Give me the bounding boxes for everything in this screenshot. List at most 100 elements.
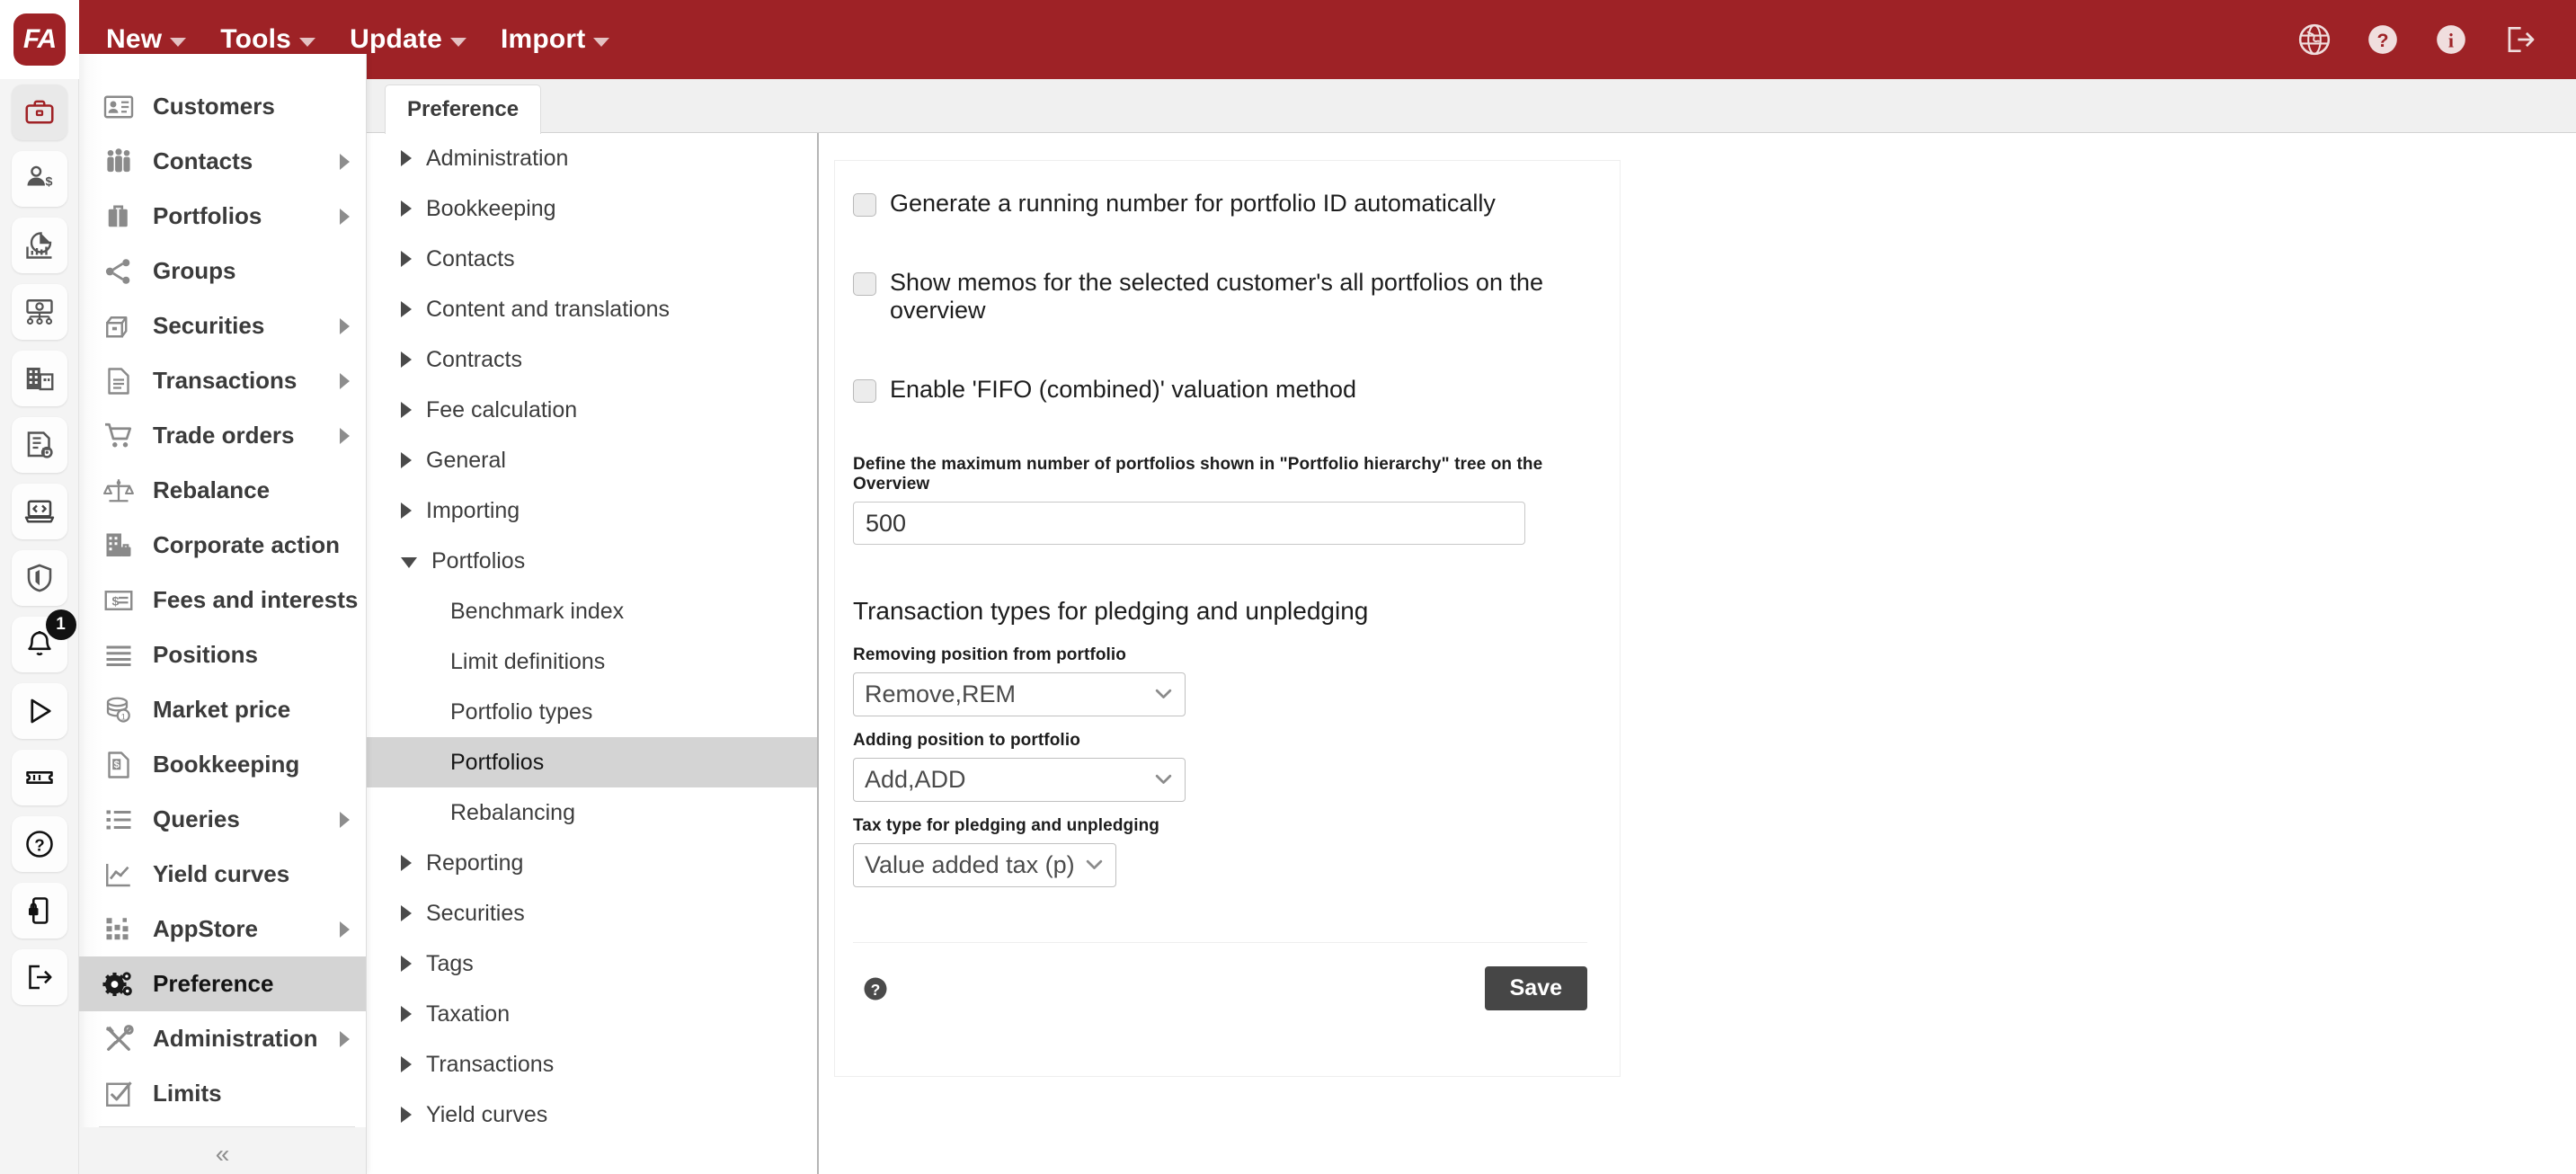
nav-item-securities[interactable]: Securities: [79, 298, 366, 353]
preference-tree-panel: Administration Bookkeeping Contacts Cont…: [367, 133, 819, 1174]
checkbox-row-generate-running-number[interactable]: Generate a running number for portfolio …: [853, 190, 1593, 218]
section-title-transaction-types: Transaction types for pledging and unple…: [853, 597, 1369, 626]
nav-item-preference[interactable]: Preference: [79, 956, 366, 1011]
tree-item-taxation[interactable]: Taxation: [367, 989, 817, 1039]
chevron-right-icon: [340, 153, 350, 170]
tree-item-securities[interactable]: Securities: [367, 888, 817, 938]
tree-item-general[interactable]: General: [367, 435, 817, 485]
main-navigation-menu: Customers Contacts Portfolios Groups Sec…: [79, 54, 367, 1174]
nav-item-groups[interactable]: Groups: [79, 244, 366, 298]
chevron-right-icon: [401, 855, 412, 871]
logout-icon[interactable]: [2502, 22, 2536, 57]
tree-item-reporting[interactable]: Reporting: [367, 838, 817, 888]
nav-item-contacts[interactable]: Contacts: [79, 134, 366, 189]
top-menu-update[interactable]: Update: [350, 24, 466, 55]
checkbox-row-enable-fifo[interactable]: Enable 'FIFO (combined)' valuation metho…: [853, 376, 1593, 404]
nav-item-trade-orders[interactable]: Trade orders: [79, 408, 366, 463]
tree-item-benchmark-index[interactable]: Benchmark index: [367, 586, 817, 636]
tree-item-contacts[interactable]: Contacts: [367, 234, 817, 284]
rail-item-security[interactable]: [11, 550, 67, 606]
cash-flow-icon: [25, 299, 53, 325]
tree-item-bookkeeping[interactable]: Bookkeeping: [367, 183, 817, 234]
rail-item-help[interactable]: ?: [11, 816, 67, 872]
nav-collapse-button[interactable]: «: [79, 1127, 366, 1174]
nav-item-administration[interactable]: Administration: [79, 1011, 366, 1066]
app-logo-text: FA: [13, 13, 66, 66]
tree-item-label: Contracts: [426, 346, 522, 372]
rail-item-briefcase[interactable]: [11, 84, 67, 140]
tree-item-rebalancing[interactable]: Rebalancing: [367, 787, 817, 838]
rail-item-document-settings[interactable]: [11, 417, 67, 473]
nav-item-appstore[interactable]: AppStore: [79, 902, 366, 956]
tree-item-limit-definitions[interactable]: Limit definitions: [367, 636, 817, 687]
tree-item-administration[interactable]: Administration: [367, 133, 817, 183]
enable-fifo-checkbox[interactable]: [853, 379, 876, 404]
rail-item-mobile-security[interactable]: [11, 883, 67, 938]
top-menu-tools[interactable]: Tools: [220, 24, 316, 55]
top-menu-new[interactable]: New: [106, 24, 187, 55]
nav-item-corporate-action[interactable]: Corporate action: [79, 518, 366, 573]
rail-item-run[interactable]: [11, 683, 67, 739]
top-bar-actions: ? i: [2297, 22, 2576, 57]
tree-item-importing[interactable]: Importing: [367, 485, 817, 536]
tax-type-select[interactable]: Value added tax (p): [853, 843, 1116, 888]
help-circle-icon[interactable]: ?: [862, 975, 889, 1002]
adding-position-select[interactable]: Add,ADD: [853, 758, 1186, 803]
rail-item-company[interactable]: [11, 351, 67, 406]
tree-item-transactions[interactable]: Transactions: [367, 1039, 817, 1090]
tab-preference[interactable]: Preference: [385, 84, 542, 134]
tree-item-content-and-translations[interactable]: Content and translations: [367, 284, 817, 334]
nav-item-label: Market price: [153, 696, 291, 723]
checkbox-row-show-memos[interactable]: Show memos for the selected customer's a…: [853, 269, 1593, 325]
nav-item-market-price[interactable]: 1 Market price: [79, 682, 366, 737]
max-portfolios-input[interactable]: [853, 502, 1525, 546]
nav-item-portfolios[interactable]: Portfolios: [79, 189, 366, 244]
app-logo[interactable]: FA: [0, 0, 79, 79]
nav-item-queries[interactable]: Queries: [79, 792, 366, 847]
nav-item-customers[interactable]: Customers: [79, 79, 366, 134]
show-memos-checkbox[interactable]: [853, 272, 876, 297]
removing-position-select[interactable]: Remove,REM: [853, 672, 1186, 717]
info-circle-icon[interactable]: i: [2434, 22, 2468, 57]
nav-item-label: Transactions: [153, 367, 298, 394]
tree-item-contracts[interactable]: Contracts: [367, 334, 817, 385]
tree-item-portfolio-types[interactable]: Portfolio types: [367, 687, 817, 737]
shield-icon: [27, 564, 51, 592]
nav-item-bookkeeping[interactable]: $ Bookkeeping: [79, 737, 366, 792]
rail-item-customer-money[interactable]: $: [11, 151, 67, 207]
nav-item-label: Trade orders: [153, 422, 295, 449]
tree-item-portfolios[interactable]: Portfolios: [367, 737, 817, 787]
nav-item-positions[interactable]: Positions: [79, 627, 366, 682]
line-chart-icon: [102, 858, 135, 891]
top-menu-group: New Tools Update Import: [79, 24, 610, 55]
adding-position-select-wrap: Add,ADD: [853, 758, 1186, 803]
globe-icon[interactable]: [2297, 22, 2332, 57]
rail-item-developer[interactable]: [11, 484, 67, 539]
tab-strip: Preference: [367, 79, 2576, 134]
save-button[interactable]: Save: [1484, 966, 1587, 1011]
document-gear-icon: [27, 431, 53, 458]
top-menu-import[interactable]: Import: [501, 24, 610, 55]
rail-item-exit[interactable]: [11, 949, 67, 1005]
rail-item-notifications[interactable]: 1: [11, 609, 76, 672]
rail-item-cash-flow[interactable]: [11, 284, 67, 340]
tree-item-tags[interactable]: Tags: [367, 938, 817, 989]
tree-item-portfolios-group[interactable]: Portfolios: [367, 536, 817, 586]
nav-item-transactions[interactable]: Transactions: [79, 353, 366, 408]
tree-item-label: Content and translations: [426, 296, 671, 322]
tree-item-label: Benchmark index: [450, 598, 625, 624]
rail-item-tickets[interactable]: [11, 750, 67, 805]
nav-item-rebalance[interactable]: Rebalance: [79, 463, 366, 518]
nav-item-yield-curves[interactable]: Yield curves: [79, 847, 366, 902]
chevron-right-icon: [401, 200, 412, 217]
help-circle-icon[interactable]: ?: [2366, 22, 2400, 57]
tree-item-label: Transactions: [426, 1051, 555, 1077]
nav-item-fees-and-interests[interactable]: $ Fees and interests: [79, 573, 366, 627]
nav-item-limits[interactable]: Limits: [79, 1066, 366, 1121]
rail-item-reports[interactable]: [11, 218, 67, 273]
tree-item-fee-calculation[interactable]: Fee calculation: [367, 385, 817, 435]
generate-running-number-checkbox[interactable]: [853, 193, 876, 217]
chevron-right-icon: [340, 921, 350, 938]
tree-item-yield-curves[interactable]: Yield curves: [367, 1090, 817, 1140]
tree-item-label: Portfolios: [431, 547, 526, 574]
